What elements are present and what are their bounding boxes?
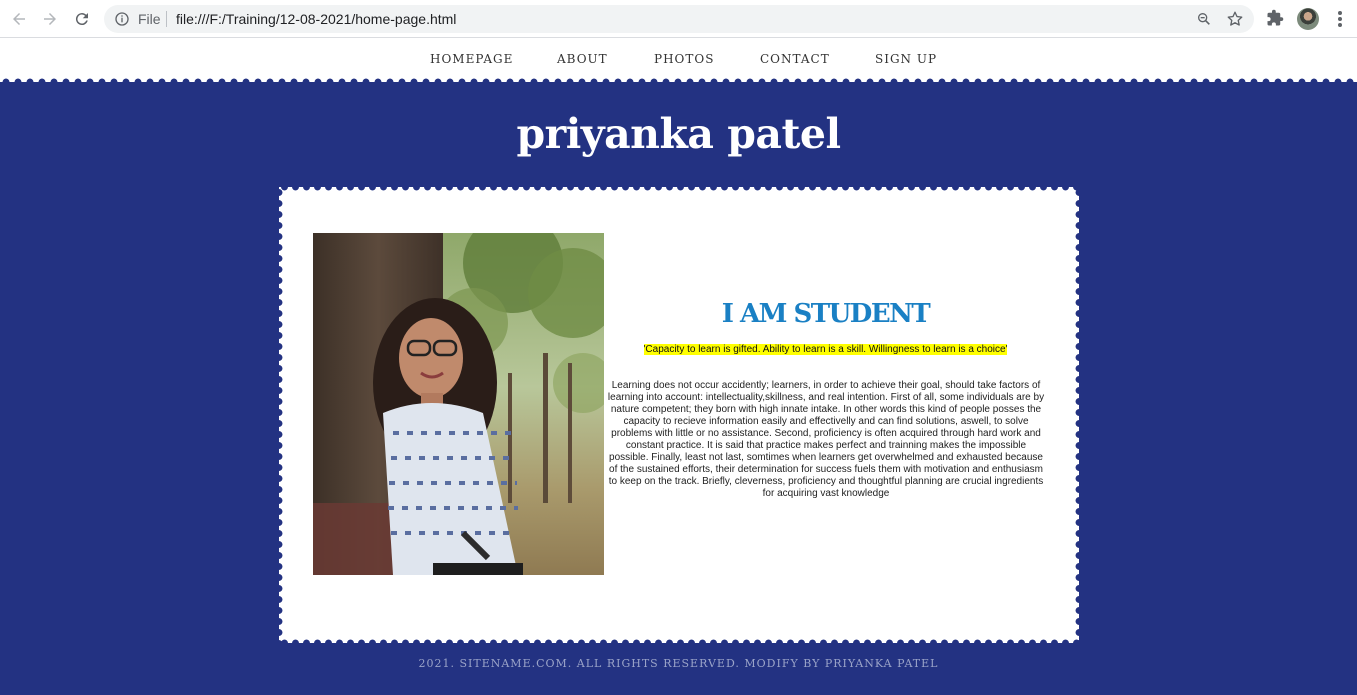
- address-separator: [166, 11, 167, 27]
- footer-copyright: 2021. SITENAME.COM. ALL RIGHTS RESERVED.…: [418, 657, 939, 670]
- info-icon[interactable]: [114, 11, 130, 27]
- more-menu-icon[interactable]: [1332, 9, 1348, 29]
- forward-arrow-icon[interactable]: [39, 8, 61, 30]
- site-navigation: HOMEPAGE ABOUT PHOTOS CONTACT SIGN UP: [0, 38, 1357, 82]
- browser-toolbar: File file:///F:/Training/12-08-2021/home…: [0, 0, 1357, 38]
- profile-photo: [313, 233, 604, 575]
- quote-block: 'Capacity to learn is gifted. Ability to…: [624, 344, 1027, 356]
- stamp-perforation-right: [1075, 187, 1083, 643]
- star-icon[interactable]: [1226, 10, 1244, 28]
- highlighted-quote: 'Capacity to learn is gifted. Ability to…: [643, 344, 1008, 355]
- site-title: priyanka patel: [516, 110, 841, 158]
- main-area: priyanka patel I AM STUDENT 'Capacity to…: [0, 78, 1357, 695]
- student-heading: I AM STUDENT: [721, 299, 931, 329]
- zoom-icon[interactable]: [1196, 11, 1212, 27]
- profile-card: I AM STUDENT 'Capacity to learn is gifte…: [275, 183, 1083, 647]
- nav-contact[interactable]: CONTACT: [760, 52, 830, 66]
- nav-sign-up[interactable]: SIGN UP: [875, 52, 937, 66]
- nav-homepage[interactable]: HOMEPAGE: [430, 52, 513, 66]
- scheme-label: File: [138, 11, 161, 27]
- nav-about[interactable]: ABOUT: [557, 52, 608, 66]
- extensions-icon[interactable]: [1266, 9, 1284, 27]
- nav-photos[interactable]: PHOTOS: [654, 52, 714, 66]
- stamp-perforation-bottom: [279, 639, 1079, 647]
- address-bar[interactable]: File file:///F:/Training/12-08-2021/home…: [104, 5, 1254, 33]
- stamp-perforation-top: [279, 183, 1079, 191]
- back-arrow-icon[interactable]: [8, 8, 30, 30]
- stamp-perforation-left: [275, 187, 283, 643]
- reload-icon[interactable]: [71, 8, 93, 30]
- scalloped-edge: [0, 78, 1357, 86]
- url-text[interactable]: file:///F:/Training/12-08-2021/home-page…: [176, 11, 456, 27]
- about-paragraph: Learning does not occur accidently; lear…: [607, 380, 1045, 499]
- profile-avatar[interactable]: [1297, 8, 1319, 30]
